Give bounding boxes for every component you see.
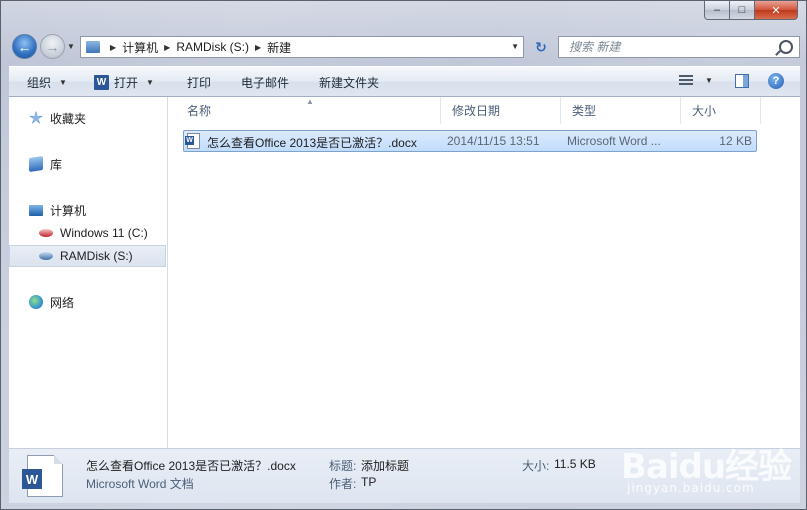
- word-document-icon: [22, 455, 63, 497]
- close-button[interactable]: ✕: [755, 1, 798, 20]
- chevron-down-icon[interactable]: ▼: [705, 76, 713, 85]
- nav-item-favorites[interactable]: 收藏夹: [9, 107, 166, 129]
- command-bar: 组织 ▼ W 打开 ▼ 打印 电子邮件 新建文件夹 ▼ ?: [9, 66, 800, 97]
- details-size-label: 大小:: [522, 459, 550, 473]
- maximize-button[interactable]: □: [730, 1, 755, 20]
- library-icon: [29, 156, 43, 172]
- navigation-pane: 收藏夹 库 计算机 Windows 11 (C:) RAMDisk (S:) 网…: [9, 97, 168, 448]
- nav-label: 计算机: [50, 203, 87, 218]
- email-label: 电子邮件: [241, 75, 290, 90]
- open-button[interactable]: W 打开 ▼: [94, 67, 154, 97]
- search-icon[interactable]: [779, 40, 793, 54]
- organize-label: 组织: [27, 75, 52, 90]
- navigation-row: ← → ▼ ▶ 计算机 ▶ RAMDisk (S:) ▶ 新建 ▼ ↻: [9, 32, 800, 60]
- file-name: 怎么查看Office 2013是否已激活？.docx: [207, 136, 417, 150]
- search-box[interactable]: [558, 36, 800, 58]
- arrow-right-icon: →: [45, 38, 60, 55]
- column-header-size[interactable]: 大小: [681, 97, 761, 124]
- minimize-button[interactable]: –: [704, 1, 730, 20]
- new-folder-label: 新建文件夹: [319, 75, 380, 90]
- breadcrumb-ramdisk[interactable]: RAMDisk (S:): [176, 40, 249, 54]
- file-size: 12 KB: [719, 134, 752, 148]
- details-filetype: Microsoft Word 文档: [86, 477, 194, 491]
- details-title-value[interactable]: 添加标题: [361, 457, 409, 474]
- view-options-icon[interactable]: [679, 75, 693, 87]
- preview-pane-icon[interactable]: [735, 74, 749, 88]
- file-modified: 2014/11/15 13:51: [447, 134, 540, 148]
- nav-label: 收藏夹: [50, 111, 87, 126]
- forward-button[interactable]: →: [40, 34, 65, 59]
- details-author-value[interactable]: TP: [361, 475, 376, 489]
- breadcrumb-computer[interactable]: 计算机: [122, 39, 158, 56]
- nav-item-computer[interactable]: 计算机: [9, 199, 166, 221]
- network-icon: [29, 295, 43, 309]
- explorer-window: – □ ✕ ← → ▼ ▶ 计算机 ▶ RAMDisk (S:) ▶ 新建 ▼ …: [0, 0, 807, 510]
- open-label: 打开: [114, 75, 139, 90]
- word-icon: W: [94, 74, 109, 90]
- column-header-modified[interactable]: 修改日期: [441, 97, 561, 124]
- file-row[interactable]: 怎么查看Office 2013是否已激活？.docx 2014/11/15 13…: [183, 130, 757, 152]
- print-button[interactable]: 打印: [187, 67, 211, 97]
- file-list: ▲ 名称 修改日期 类型 大小 怎么查看Office 2013是否已激活？.do…: [168, 97, 800, 448]
- history-dropdown-icon[interactable]: ▼: [67, 42, 75, 51]
- search-input[interactable]: [567, 39, 771, 55]
- baidu-watermark-url: jingyan.baidu.com: [627, 481, 755, 495]
- nav-label: Windows 11 (C:): [60, 226, 148, 240]
- details-author-label: 作者:: [329, 477, 357, 491]
- organize-button[interactable]: 组织 ▼: [27, 67, 67, 97]
- details-filename: 怎么查看Office 2013是否已激活？.docx: [86, 459, 296, 473]
- email-button[interactable]: 电子邮件: [241, 67, 289, 97]
- computer-icon: [29, 204, 43, 216]
- drive-icon: [39, 252, 53, 260]
- drive-icon: [39, 229, 53, 237]
- nav-label: 库: [50, 157, 63, 172]
- details-size-value: 11.5 KB: [554, 457, 596, 471]
- refresh-button[interactable]: ↻: [530, 36, 552, 58]
- chevron-right-icon[interactable]: ▶: [110, 43, 116, 52]
- main-area: 收藏夹 库 计算机 Windows 11 (C:) RAMDisk (S:) 网…: [9, 97, 800, 449]
- column-header-name[interactable]: 名称: [176, 97, 441, 124]
- details-title-label: 标题:: [329, 459, 357, 473]
- file-type: Microsoft Word ...: [567, 134, 661, 148]
- nav-label: RAMDisk (S:): [60, 249, 133, 263]
- chevron-right-icon[interactable]: ▶: [255, 43, 261, 52]
- word-document-icon: [185, 133, 200, 149]
- nav-item-libraries[interactable]: 库: [9, 153, 166, 175]
- caption-buttons: – □ ✕: [704, 1, 798, 20]
- column-header-type[interactable]: 类型: [561, 97, 681, 124]
- new-folder-button[interactable]: 新建文件夹: [319, 67, 379, 97]
- chevron-down-icon: ▼: [59, 77, 67, 87]
- nav-item-drive-s[interactable]: RAMDisk (S:): [9, 245, 166, 267]
- address-bar[interactable]: ▶ 计算机 ▶ RAMDisk (S:) ▶ 新建 ▼: [80, 36, 524, 58]
- arrow-left-icon: ←: [17, 38, 32, 55]
- nav-item-network[interactable]: 网络: [9, 291, 166, 313]
- breadcrumb-new[interactable]: 新建: [267, 39, 291, 56]
- nav-label: 网络: [50, 295, 75, 310]
- star-icon: [29, 111, 43, 124]
- nav-item-drive-c[interactable]: Windows 11 (C:): [9, 222, 166, 244]
- print-label: 打印: [187, 75, 212, 90]
- address-dropdown-icon[interactable]: ▼: [511, 42, 519, 51]
- back-button[interactable]: ←: [12, 34, 37, 59]
- chevron-down-icon: ▼: [146, 77, 154, 87]
- help-icon[interactable]: ?: [768, 73, 784, 89]
- folder-icon: [86, 41, 100, 53]
- chevron-right-icon[interactable]: ▶: [164, 43, 170, 52]
- refresh-icon: ↻: [535, 38, 547, 55]
